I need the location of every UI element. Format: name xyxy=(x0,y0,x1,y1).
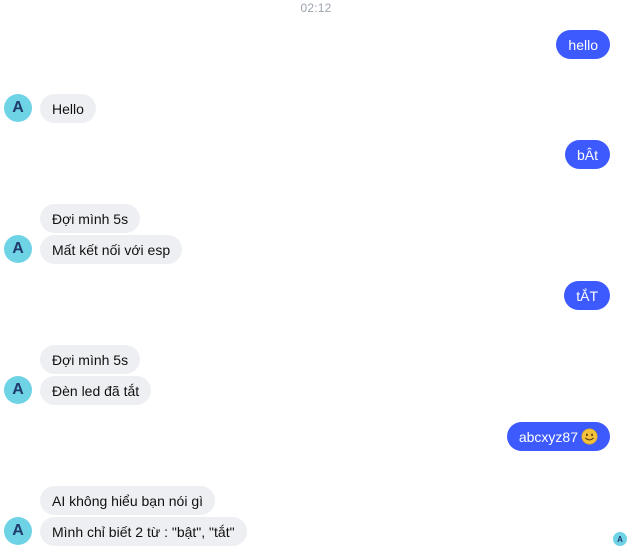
incoming-message[interactable]: AI không hiểu bạn nói gì xyxy=(40,486,216,515)
outgoing-message[interactable]: abcxyz87 xyxy=(506,422,610,451)
incoming-message[interactable]: Đèn led đã tắt xyxy=(40,376,152,405)
incoming-message[interactable]: Đợi mình 5s xyxy=(40,345,141,374)
message-text: hello xyxy=(568,36,598,53)
bot-avatar[interactable]: A xyxy=(4,235,32,263)
message-text: Đợi mình 5s xyxy=(52,351,129,368)
incoming-message[interactable]: Hello xyxy=(40,94,96,123)
message-text: abcxyz87 xyxy=(518,428,578,445)
message-text: tẮT xyxy=(576,287,598,304)
message-text: Đợi mình 5s xyxy=(52,210,129,227)
incoming-message[interactable]: Đợi mình 5s xyxy=(40,204,141,233)
bot-avatar[interactable]: A xyxy=(4,517,32,545)
message-timestamp: 02:12 xyxy=(300,1,332,15)
chat-conversation: 02:12 hello A Hello bÂt Đợi mình 5s A Mấ… xyxy=(0,0,632,556)
seen-indicator-avatar: A xyxy=(613,532,627,546)
outgoing-message[interactable]: hello xyxy=(556,30,610,59)
incoming-message[interactable]: Mình chỉ biết 2 từ : "bật", "tắt" xyxy=(40,517,247,546)
message-text: Hello xyxy=(52,100,84,117)
outgoing-message[interactable]: bÂt xyxy=(564,140,610,169)
message-text: Đèn led đã tắt xyxy=(52,382,140,399)
slightly-smiling-face-icon xyxy=(581,428,598,445)
outgoing-message[interactable]: tẮT xyxy=(564,281,610,310)
bot-avatar[interactable]: A xyxy=(4,376,32,404)
message-text: Mất kết nối với esp xyxy=(52,241,171,258)
message-text: bÂt xyxy=(576,146,598,163)
incoming-message[interactable]: Mất kết nối với esp xyxy=(40,235,183,264)
message-text: Mình chỉ biết 2 từ : "bật", "tắt" xyxy=(52,523,235,540)
message-text: AI không hiểu bạn nói gì xyxy=(52,492,204,509)
bot-avatar[interactable]: A xyxy=(4,94,32,122)
